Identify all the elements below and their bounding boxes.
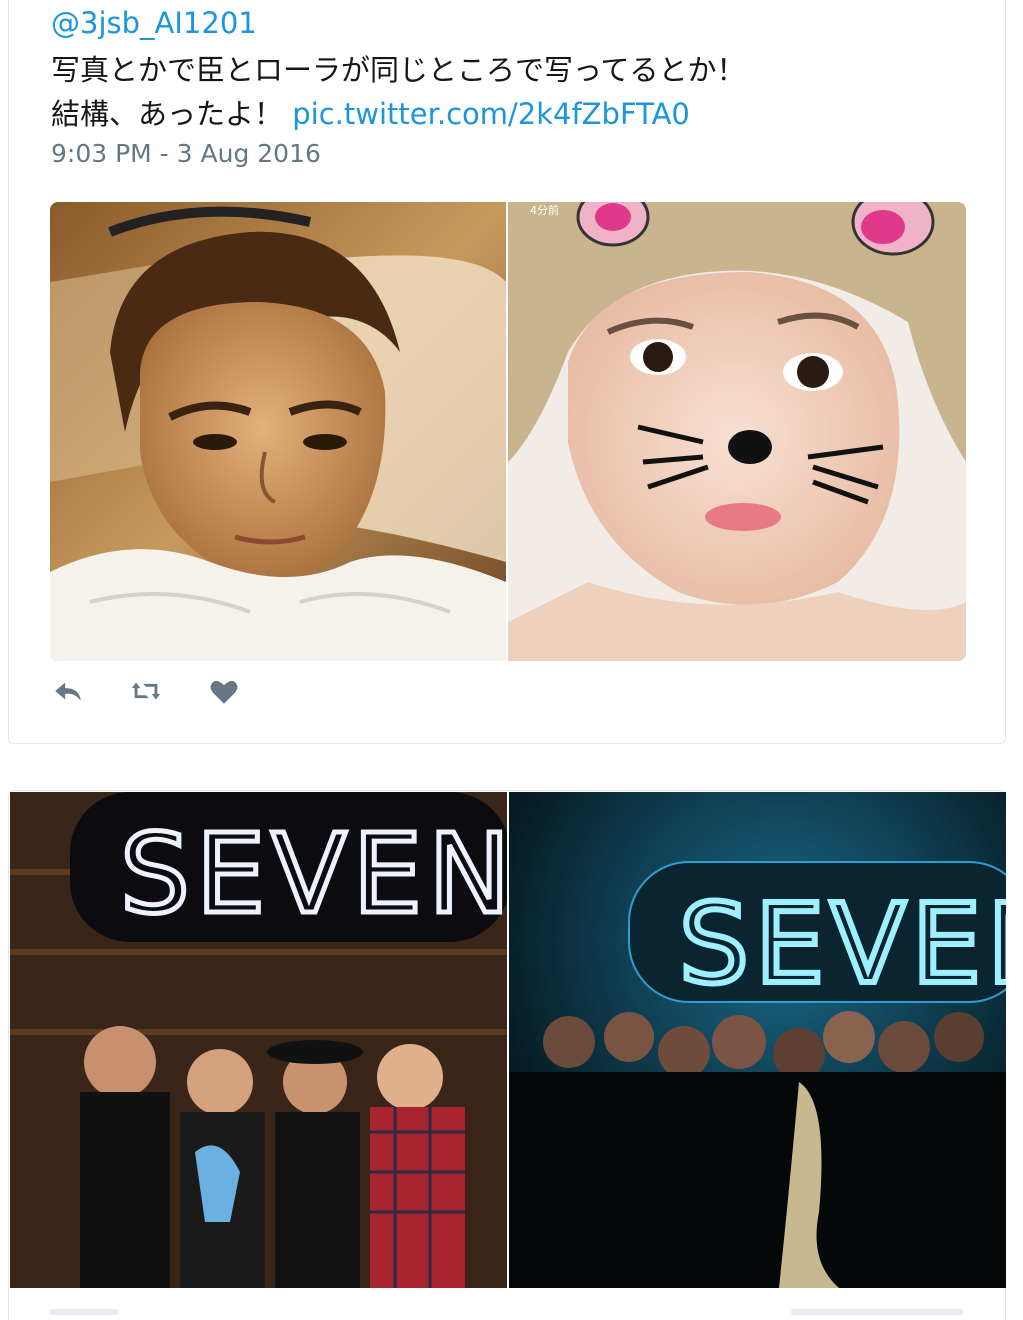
tweet-text-line2: 結構、あったよ！ pic.twitter.com/2k4fZbFTA0 bbox=[51, 92, 746, 136]
tweet-text: 写真とかで臣とローラが同じところで写ってるとか！ 結構、あったよ！ pic.tw… bbox=[51, 48, 746, 136]
tweet-photo-2[interactable]: 4分前 bbox=[508, 202, 966, 661]
tweet-photo-grid: 4分前 bbox=[50, 202, 966, 661]
photo-overlay-label: 4分前 bbox=[530, 203, 559, 217]
tweet-card[interactable]: @3jsb_AI1201 写真とかで臣とローラが同じところで写ってるとか！ 結構… bbox=[8, 0, 1006, 744]
photo-man-in-bed bbox=[50, 202, 506, 661]
tweet-handle[interactable]: @3jsb_AI1201 bbox=[51, 6, 257, 40]
neon-sign-left: SEVEN bbox=[120, 810, 507, 938]
heart-icon[interactable] bbox=[207, 674, 241, 708]
tweet-photo-1[interactable] bbox=[50, 202, 506, 661]
reply-icon[interactable] bbox=[51, 674, 85, 708]
photo-woman-cat-filter: 4分前 bbox=[508, 202, 966, 661]
tweet-text-line2-body: 結構、あったよ！ bbox=[51, 97, 284, 131]
tweet-media-link[interactable]: pic.twitter.com/2k4fZbFTA0 bbox=[292, 97, 690, 131]
photo-group-men-neon: SEVEN bbox=[10, 792, 507, 1288]
tweet-timestamp[interactable]: 9:03 PM - 3 Aug 2016 bbox=[51, 139, 321, 168]
twitter-screen: @3jsb_AI1201 写真とかで臣とローラが同じところで写ってるとか！ 結構… bbox=[0, 0, 1023, 1320]
media-card[interactable]: SEVEN SEVE bbox=[8, 790, 1006, 1320]
card-footer-bar-right bbox=[791, 1309, 963, 1315]
media-photo-grid: SEVEN SEVE bbox=[10, 792, 1006, 1288]
card-footer-bar-left bbox=[49, 1309, 119, 1315]
tweet-text-line1: 写真とかで臣とローラが同じところで写ってるとか！ bbox=[51, 53, 746, 87]
photo-group-women-neon: SEVEN bbox=[509, 792, 1006, 1288]
tweet-actions bbox=[51, 674, 241, 708]
retweet-icon[interactable] bbox=[129, 674, 163, 708]
neon-sign-right: SEVEN bbox=[679, 880, 1006, 1008]
media-photo-2[interactable]: SEVEN bbox=[509, 792, 1006, 1288]
media-photo-1[interactable]: SEVEN bbox=[10, 792, 507, 1288]
